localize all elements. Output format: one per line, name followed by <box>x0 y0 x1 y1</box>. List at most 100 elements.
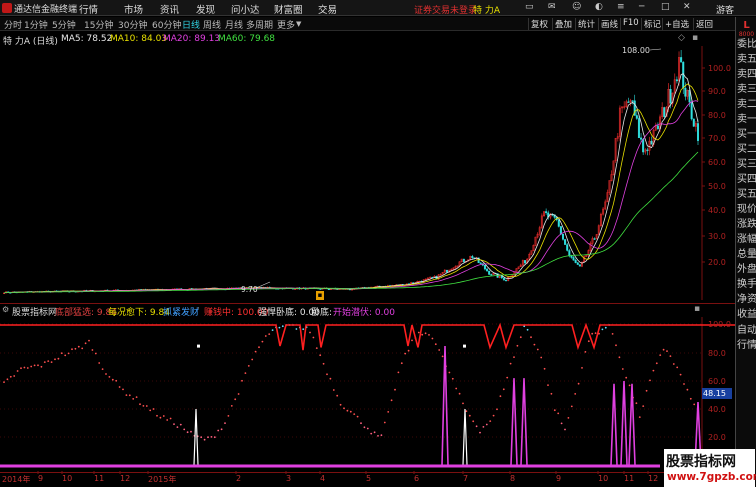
oscillator-point <box>441 355 444 358</box>
oscillator-point <box>465 410 468 413</box>
oscillator-point <box>400 362 403 365</box>
oscillator-point <box>485 423 488 426</box>
oscillator-point <box>394 388 396 391</box>
candle-body <box>502 277 505 281</box>
oscillator-point <box>482 426 485 428</box>
chart-grid <box>0 46 705 474</box>
sidebar-item-price[interactable]: 现价 <box>737 203 756 216</box>
sidebar-item-buy1[interactable]: 买一 <box>737 128 756 141</box>
sidebar-item-sell1[interactable]: 卖一 <box>737 113 756 126</box>
oscillator-point <box>207 436 209 439</box>
sidebar-item-sell2[interactable]: 卖二 <box>737 98 756 111</box>
oscillator-point <box>37 364 39 367</box>
candle-body <box>483 265 486 270</box>
oscillator-point <box>26 367 29 369</box>
oscillator-point <box>159 416 162 419</box>
date-label: 11 <box>624 474 635 483</box>
oscillator-point <box>108 376 111 378</box>
ind-y-label: 80.0 <box>708 349 726 358</box>
oscillator-point <box>502 388 505 391</box>
oscillator-point <box>115 379 118 382</box>
sidebar-item-buy2[interactable]: 买二 <box>737 143 756 156</box>
sidebar-item-netasset[interactable]: 净资 <box>737 293 756 306</box>
oscillator-point <box>462 402 464 405</box>
oscillator-point <box>451 377 454 380</box>
date-label: 9 <box>556 474 562 483</box>
oscillator-point <box>254 350 257 353</box>
marker-square <box>463 344 466 348</box>
oscillator-point <box>6 378 9 381</box>
y-label: 20.0 <box>708 258 726 267</box>
oscillator-point <box>88 339 90 342</box>
oscillator-point <box>258 346 260 349</box>
y-label: 100.0 <box>708 64 731 73</box>
oscillator-point <box>302 328 305 331</box>
sidebar-item-buy5[interactable]: 买五 <box>737 188 756 201</box>
oscillator-point <box>234 398 237 401</box>
indicator-name[interactable]: 股票指标网 <box>12 305 57 318</box>
oscillator-point <box>373 431 376 434</box>
oscillator-point <box>169 417 172 420</box>
candle-body <box>462 258 465 263</box>
indicator-config-icon[interactable]: ▪ <box>694 304 700 314</box>
date-label: 12 <box>120 474 131 483</box>
oscillator-point <box>281 325 284 328</box>
oscillator-point <box>536 348 539 351</box>
sidebar-item-quote[interactable]: 行情 <box>737 339 756 352</box>
oscillator-point <box>247 365 250 367</box>
oscillator-point <box>67 352 70 355</box>
candle-body <box>566 244 569 251</box>
indicator-gear-icon[interactable]: ⚙ <box>2 305 9 314</box>
sidebar-item-outer[interactable]: 外盘 <box>737 263 756 276</box>
sidebar-item-buy3[interactable]: 买三 <box>737 158 756 171</box>
oscillator-point <box>118 386 121 388</box>
oscillator-point <box>560 422 563 425</box>
sidebar-item-sell4[interactable]: 卖四 <box>737 68 756 81</box>
oscillator-point <box>336 394 339 397</box>
sidebar-item-earnings[interactable]: 收益 <box>737 308 756 321</box>
sidebar-item-weibi[interactable]: 委比 <box>737 38 756 51</box>
oscillator-point <box>533 343 536 346</box>
oscillator-point <box>349 410 352 413</box>
candle-body <box>568 250 571 257</box>
event-marker-icon[interactable]: ▪ <box>316 291 324 300</box>
oscillator-point <box>40 365 43 368</box>
candle-body <box>656 125 659 129</box>
oscillator-point <box>421 333 424 336</box>
sidebar-item-sell3[interactable]: 卖三 <box>737 83 756 96</box>
oscillator-point <box>329 377 332 380</box>
sidebar-item-change[interactable]: 涨跌 <box>737 218 756 231</box>
candle-body <box>646 149 649 151</box>
oscillator-point <box>105 373 107 375</box>
oscillator-point <box>628 384 631 387</box>
oscillator-point <box>217 429 220 432</box>
candlesticks <box>3 50 700 295</box>
oscillator-point <box>666 350 668 352</box>
oscillator-point <box>455 387 458 390</box>
sidebar-item-buy4[interactable]: 买四 <box>737 173 756 186</box>
oscillator-point <box>57 357 60 360</box>
oscillator-point <box>268 333 271 335</box>
oscillator-point <box>213 436 216 439</box>
oscillator-point <box>642 405 645 407</box>
candle-body <box>572 257 575 261</box>
oscillator-point <box>13 375 16 377</box>
oscillator-point <box>203 438 206 441</box>
candle-body <box>675 79 678 82</box>
indicator-item-6: 开始潜伏: 0.00 <box>333 308 395 318</box>
dot-icon: · <box>197 304 200 314</box>
sidebar-item-auto[interactable]: 自动 <box>737 324 756 337</box>
oscillator-point <box>166 419 169 421</box>
oscillator-point <box>380 434 383 437</box>
oscillator-point <box>557 412 560 415</box>
sidebar-item-volume[interactable]: 总量 <box>737 248 756 261</box>
oscillator-point <box>411 339 413 342</box>
oscillator-point <box>397 371 400 374</box>
high-price-label: 108.00 <box>622 46 650 55</box>
kline-chart[interactable] <box>0 0 735 487</box>
oscillator-point <box>30 365 33 368</box>
oscillator-point <box>472 420 475 423</box>
sidebar-item-turnover[interactable]: 换手 <box>737 278 756 291</box>
sidebar-item-sell5[interactable]: 卖五 <box>737 53 756 66</box>
sidebar-item-change-pct[interactable]: 涨幅 <box>737 233 756 246</box>
